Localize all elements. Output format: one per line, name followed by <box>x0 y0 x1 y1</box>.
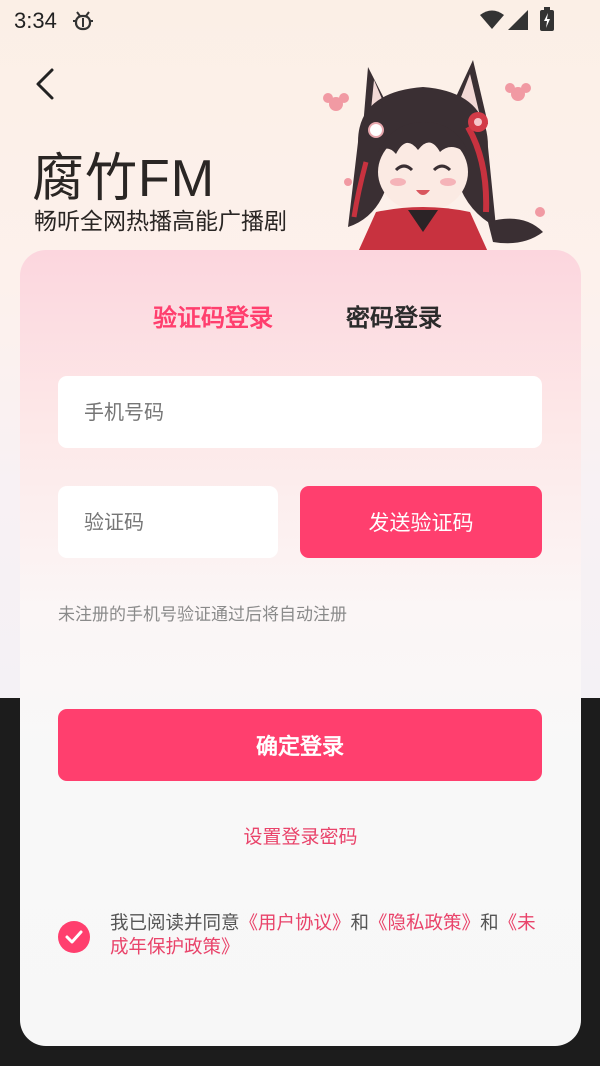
tab-sms-login[interactable]: 验证码登录 <box>153 298 273 333</box>
agreement-prefix: 我已阅读并同意 <box>110 913 240 934</box>
agreement-and-1: 和 <box>350 913 370 934</box>
auto-register-hint: 未注册的手机号验证通过后将自动注册 <box>58 605 347 625</box>
checkmark-icon <box>65 930 83 944</box>
app-subtitle: 畅听全网热播高能广播剧 <box>34 209 287 235</box>
set-password-link[interactable]: 设置登录密码 <box>20 822 581 849</box>
mascot-illustration <box>323 60 545 252</box>
agreement-and-2: 和 <box>480 913 499 934</box>
privacy-policy-link[interactable]: 《隐私政策》 <box>369 913 480 934</box>
agreement-checkbox[interactable] <box>58 921 90 953</box>
debug-icon <box>73 11 93 31</box>
login-card: 验证码登录 密码登录 发送验证码 未注册的手机号验证通过后将自动注册 确定登录 … <box>20 250 581 1046</box>
verification-code-input[interactable] <box>58 486 278 558</box>
battery-icon <box>540 7 554 31</box>
back-arrow-icon[interactable] <box>28 66 64 102</box>
app-title: 腐竹FM <box>32 150 216 208</box>
status-time: 3:34 <box>14 8 57 33</box>
tab-password-login[interactable]: 密码登录 <box>346 298 442 333</box>
confirm-login-button[interactable]: 确定登录 <box>58 709 542 781</box>
status-bar: 3:34 <box>0 0 600 42</box>
send-code-label: 发送验证码 <box>368 511 474 535</box>
phone-input[interactable] <box>58 376 542 448</box>
cell-signal-icon <box>508 10 528 30</box>
user-agreement-link[interactable]: 《用户协议》 <box>240 913 351 934</box>
confirm-login-label: 确定登录 <box>255 735 344 760</box>
send-code-button[interactable]: 发送验证码 <box>300 486 542 558</box>
wifi-icon <box>480 10 504 29</box>
agreement-text: 我已阅读并同意《用户协议》和《隐私政策》和《未成年保护政策》 <box>110 912 550 960</box>
